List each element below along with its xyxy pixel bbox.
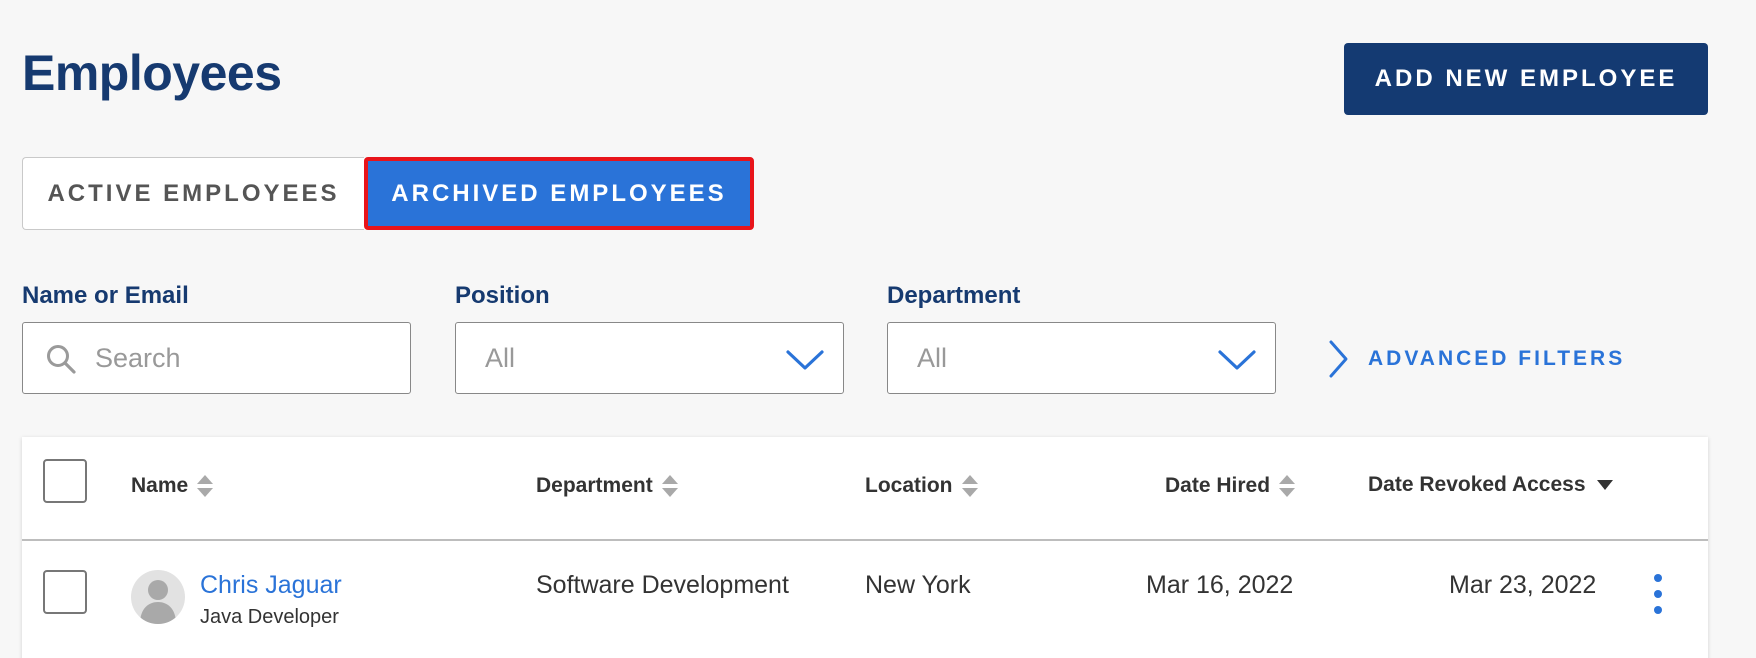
employee-date-hired: Mar 16, 2022 [1146,571,1294,599]
column-header-name[interactable]: Name [131,473,214,499]
chevron-right-icon [1329,340,1348,378]
column-header-department[interactable]: Department [536,473,679,499]
search-input[interactable] [95,323,395,393]
advanced-filters-label: ADVANCED FILTERS [1368,347,1626,370]
select-all-checkbox[interactable] [43,459,87,503]
search-icon [47,345,76,374]
tab-archived-employees[interactable]: ARCHIVED EMPLOYEES [364,157,754,230]
employee-department: Software Development [536,571,789,599]
column-header-label: Department [536,474,653,497]
employee-tabs: ACTIVE EMPLOYEES ARCHIVED EMPLOYEES [22,157,754,230]
sort-down-icon [1596,480,1613,490]
table-row: Chris Jaguar Java Developer Software Dev… [22,543,1708,658]
tab-active-employees[interactable]: ACTIVE EMPLOYEES [22,157,364,230]
department-select-value: All [917,343,948,373]
employee-role: Java Developer [200,606,339,628]
add-new-employee-button[interactable]: ADD NEW EMPLOYEE [1344,43,1708,115]
position-select[interactable]: All [455,322,844,394]
column-header-location[interactable]: Location [865,473,979,499]
employee-location: New York [865,571,971,599]
row-checkbox[interactable] [43,570,87,614]
more-vertical-icon[interactable] [1653,573,1663,615]
employee-name-link[interactable]: Chris Jaguar [200,571,342,600]
column-header-label: Name [131,474,189,497]
sort-icon [961,475,978,497]
table-header: Name Department Location Date Hired Date… [22,437,1708,541]
sort-icon [197,475,214,497]
position-select-value: All [485,343,516,373]
chevron-down-icon [1218,350,1256,370]
page-title: Employees [22,45,282,101]
column-header-label: Location [865,474,953,497]
employees-page: Employees ADD NEW EMPLOYEE ACTIVE EMPLOY… [0,0,1756,658]
sort-icon [661,475,678,497]
chevron-down-icon [786,350,824,370]
avatar-placeholder-icon [131,570,185,624]
search-field [22,322,411,394]
employees-table: Name Department Location Date Hired Date… [22,437,1708,658]
department-label: Department [887,282,1021,309]
sort-icon [1279,475,1296,497]
name-or-email-label: Name or Email [22,282,189,309]
column-header-label: Date Hired [1165,474,1271,497]
advanced-filters-toggle[interactable]: ADVANCED FILTERS [1326,337,1625,381]
department-select[interactable]: All [887,322,1276,394]
column-header-label: Date Revoked Access [1368,473,1586,496]
position-label: Position [455,282,550,309]
column-header-date-hired[interactable]: Date Hired [1165,473,1296,499]
column-header-date-revoked-access[interactable]: Date Revoked Access [1368,473,1614,497]
employee-date-revoked: Mar 23, 2022 [1449,571,1597,599]
